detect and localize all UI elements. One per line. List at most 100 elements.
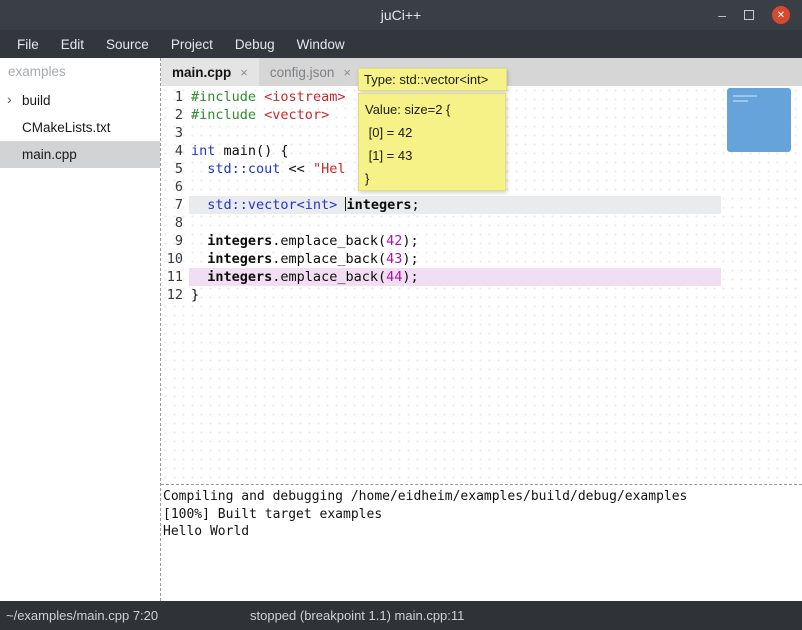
menu-edit[interactable]: Edit bbox=[50, 37, 95, 52]
code-token: #include bbox=[191, 107, 256, 123]
content-area: examples › build CMakeLists.txt main.cpp ma… bbox=[0, 58, 802, 601]
line-number: 6 bbox=[161, 178, 189, 196]
editor-pane: main.cpp × config.json × 1#include <iostrea… bbox=[161, 58, 802, 601]
code-line[interactable]: } bbox=[189, 286, 721, 304]
tooltip-line: [1] = 43 bbox=[365, 144, 499, 167]
tab-label: config.json bbox=[270, 65, 335, 80]
editor-row: 11 integers.emplace_back(44); bbox=[161, 268, 802, 286]
close-icon[interactable]: ✕ bbox=[772, 6, 790, 24]
code-token: <iostream> bbox=[264, 89, 345, 105]
statusbar-file-position: ~/examples/main.cpp 7:20 bbox=[6, 608, 158, 623]
code-token bbox=[337, 197, 345, 213]
code-token: integers bbox=[207, 269, 272, 285]
code-token: .emplace_back( bbox=[272, 251, 386, 267]
sidebar-item-main.cpp[interactable]: main.cpp bbox=[0, 141, 160, 168]
terminal-line: [100%] Built target examples bbox=[163, 506, 800, 524]
file-label: main.cpp bbox=[22, 147, 77, 162]
line-number: 2 bbox=[161, 106, 189, 124]
code-line[interactable]: integers.emplace_back(43); bbox=[189, 250, 721, 268]
sidebar-file-tree: examples › build CMakeLists.txt main.cpp bbox=[0, 58, 161, 601]
line-number: 5 bbox=[161, 160, 189, 178]
menu-window[interactable]: Window bbox=[286, 37, 356, 52]
code-token bbox=[191, 269, 207, 285]
code-token bbox=[191, 161, 207, 177]
code-token: integers bbox=[207, 233, 272, 249]
line-number: 9 bbox=[161, 232, 189, 250]
tab-close-icon[interactable]: × bbox=[343, 65, 351, 80]
editor-row: 8 bbox=[161, 214, 802, 232]
window-title: juCi++ bbox=[381, 7, 421, 23]
line-number: 7 bbox=[161, 196, 189, 214]
tooltip-line: } bbox=[365, 167, 499, 190]
editor-row: 12} bbox=[161, 286, 802, 304]
project-name-header: examples bbox=[0, 58, 160, 87]
scroll-overview[interactable] bbox=[727, 88, 791, 152]
statusbar-debug-status: stopped (breakpoint 1.1) main.cpp:11 bbox=[250, 608, 464, 623]
tab-label: main.cpp bbox=[172, 65, 231, 80]
code-line[interactable]: integers.emplace_back(42); bbox=[189, 232, 721, 250]
code-line[interactable]: integers.emplace_back(44); bbox=[189, 268, 721, 286]
code-token: 43 bbox=[386, 251, 402, 267]
code-line[interactable] bbox=[189, 214, 721, 232]
tab-close-icon[interactable]: × bbox=[240, 65, 248, 80]
code-token: integers bbox=[207, 251, 272, 267]
code-line[interactable]: std::vector<int> integers; bbox=[189, 196, 721, 214]
menu-debug[interactable]: Debug bbox=[224, 37, 286, 52]
line-number: 11 bbox=[161, 268, 189, 286]
code-token bbox=[256, 89, 264, 105]
menu-source[interactable]: Source bbox=[95, 37, 160, 52]
line-number: 12 bbox=[161, 286, 189, 304]
code-token: } bbox=[191, 287, 199, 303]
code-token bbox=[191, 197, 207, 213]
code-token: #include bbox=[191, 89, 256, 105]
code-token: int bbox=[191, 143, 215, 159]
line-number: 10 bbox=[161, 250, 189, 268]
menubar: FileEditSourceProjectDebugWindow bbox=[0, 30, 802, 58]
editor-row: 9 integers.emplace_back(42); bbox=[161, 232, 802, 250]
minimize-icon[interactable]: – bbox=[718, 0, 726, 30]
titlebar: juCi++ – ✕ bbox=[0, 0, 802, 30]
code-token: 44 bbox=[386, 269, 402, 285]
tab-config.json[interactable]: config.json × bbox=[259, 58, 362, 86]
code-token bbox=[191, 251, 207, 267]
code-token: std::vector<int> bbox=[207, 197, 337, 213]
code-token: ; bbox=[411, 197, 419, 213]
tooltip-line: [0] = 42 bbox=[365, 121, 499, 144]
value-tooltip: Value: size=2 { [0] = 42 [1] = 43} bbox=[358, 93, 506, 191]
file-label: CMakeLists.txt bbox=[22, 120, 111, 135]
tooltip-line: Value: size=2 { bbox=[365, 98, 499, 121]
code-token: "Hel bbox=[313, 161, 346, 177]
code-token: ); bbox=[402, 269, 418, 285]
terminal-output[interactable]: Compiling and debugging /home/eidheim/ex… bbox=[161, 485, 802, 601]
window-controls: – ✕ bbox=[718, 0, 790, 30]
code-token: .emplace_back( bbox=[272, 233, 386, 249]
code-token: integers bbox=[346, 197, 411, 213]
editor-row: 7 std::vector<int> integers; bbox=[161, 196, 802, 214]
file-label: build bbox=[22, 93, 51, 108]
type-tooltip: Type: std::vector<int> bbox=[358, 68, 507, 91]
menu-file[interactable]: File bbox=[6, 37, 50, 52]
code-token bbox=[191, 233, 207, 249]
code-token: std::cout bbox=[207, 161, 280, 177]
sidebar-item-CMakeLists.txt[interactable]: CMakeLists.txt bbox=[0, 114, 160, 141]
sidebar-item-build[interactable]: › build bbox=[0, 87, 160, 114]
code-token: 42 bbox=[386, 233, 402, 249]
restore-icon[interactable] bbox=[744, 10, 754, 20]
statusbar: ~/examples/main.cpp 7:20 stopped (breakp… bbox=[0, 601, 802, 630]
code-token: ); bbox=[402, 251, 418, 267]
code-token: <vector> bbox=[264, 107, 329, 123]
code-token: ); bbox=[402, 233, 418, 249]
expander-chevron-icon[interactable]: › bbox=[7, 91, 12, 107]
app-window: juCi++ – ✕ FileEditSourceProjectDebugWin… bbox=[0, 0, 802, 630]
terminal-line: Hello World bbox=[163, 523, 800, 541]
tab-main.cpp[interactable]: main.cpp × bbox=[161, 58, 259, 86]
code-token: << bbox=[280, 161, 313, 177]
code-token bbox=[256, 107, 264, 123]
code-token: main() { bbox=[215, 143, 288, 159]
sidebar-items: › build CMakeLists.txt main.cpp bbox=[0, 87, 160, 168]
code-token: .emplace_back( bbox=[272, 269, 386, 285]
line-number: 3 bbox=[161, 124, 189, 142]
line-number: 4 bbox=[161, 142, 189, 160]
line-number: 1 bbox=[161, 88, 189, 106]
menu-project[interactable]: Project bbox=[160, 37, 224, 52]
